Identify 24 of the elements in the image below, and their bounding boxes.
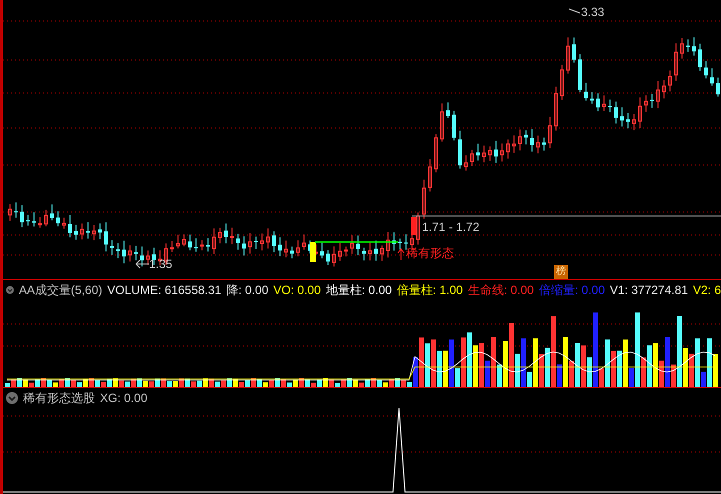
collapse-icon[interactable] [6, 392, 18, 404]
indicator-title: AA成交量(5,60) [18, 283, 102, 297]
high-price-label: 3.33 [581, 5, 604, 19]
indicator-value: XG: 0.00 [100, 391, 148, 405]
indicator-value: 地量柱: 0.00 [326, 283, 392, 297]
highlight-bar [310, 242, 316, 262]
collapse-icon[interactable] [6, 284, 14, 296]
indicator-value: 倍量柱: 1.00 [396, 283, 463, 297]
leader-line [568, 8, 580, 14]
indicator-value: VOLUME: 616558.31 [107, 283, 222, 297]
low-price-label: 1.35 [149, 257, 172, 271]
signal-title: 稀有形态选股 [23, 391, 95, 405]
indicator-value: 倍缩量: 0.00 [538, 283, 605, 297]
price-bar [411, 217, 416, 235]
indicator-value: V1: 377274.81 [610, 283, 688, 297]
indicator-value: V2: 6 [692, 283, 721, 297]
badge: 榜 [554, 265, 568, 279]
indicator-value: 降: 0.00 [226, 283, 268, 297]
leader-line [136, 260, 150, 268]
indicator-value: 生命线: 0.00 [468, 283, 534, 297]
indicator-value: VO: 0.00 [273, 283, 321, 297]
signal-label: 稀有形态 [406, 246, 454, 260]
price-range-label: 1.71 - 1.72 [422, 220, 480, 234]
arrow-icon [398, 248, 404, 260]
